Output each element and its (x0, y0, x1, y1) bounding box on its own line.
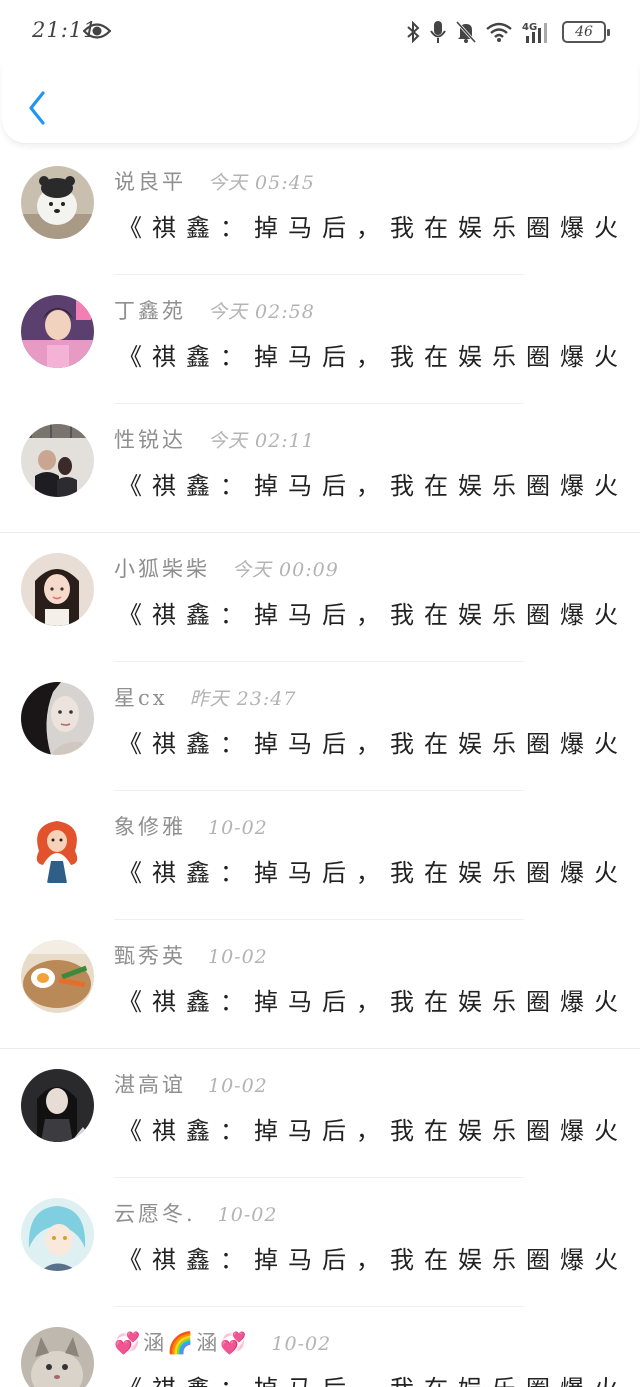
post-time: 今天 02:11 (208, 430, 315, 452)
list-item[interactable]: 云愿冬. 10-02 《祺鑫：掉马后，我在娱乐圈爆火··· (0, 1178, 640, 1307)
status-icons: 4G 46 (406, 16, 610, 48)
user-name: 💞涵🌈涵💞 (114, 1331, 250, 1355)
user-name: 说良平 (114, 170, 186, 194)
message-text: 《祺鑫：掉马后，我在娱乐圈爆火··· (118, 343, 618, 371)
message-text: 《祺鑫：掉马后，我在娱乐圈爆火··· (118, 472, 618, 500)
avatar[interactable] (21, 940, 94, 1013)
user-name: 甄秀英 (114, 944, 186, 968)
user-name: 象修雅 (114, 815, 186, 839)
post-time: 今天 00:09 (232, 559, 339, 581)
avatar[interactable] (21, 1327, 94, 1387)
message-text: 《祺鑫：掉马后，我在娱乐圈爆火··· (118, 1117, 618, 1145)
list-item[interactable]: 丁鑫苑 今天 02:58 《祺鑫：掉马后，我在娱乐圈爆火··· (0, 275, 640, 404)
wifi-icon (486, 22, 512, 42)
bluetooth-icon (407, 21, 420, 43)
list-item[interactable]: 星cx 昨天 23:47 《祺鑫：掉马后，我在娱乐圈爆火··· (0, 662, 640, 791)
message-text: 《祺鑫：掉马后，我在娱乐圈爆火··· (118, 214, 618, 242)
message-text: 《祺鑫：掉马后，我在娱乐圈爆火··· (118, 1246, 618, 1274)
network-label: 4G (522, 22, 537, 33)
back-button[interactable] (20, 88, 54, 128)
message-text: 《祺鑫：掉马后，我在娱乐圈爆火··· (118, 859, 618, 887)
user-name: 云愿冬. (114, 1202, 196, 1226)
list-item[interactable]: 💞涵🌈涵💞 10-02 《祺鑫：掉马后，我在娱乐圈爆火··· (0, 1307, 640, 1387)
header-bar (2, 62, 638, 144)
avatar[interactable] (21, 295, 94, 368)
list-item[interactable]: 小狐柴柴 今天 00:09 《祺鑫：掉马后，我在娱乐圈爆火··· (0, 533, 640, 662)
status-bar: 21:11 4G 46 (0, 0, 640, 62)
post-time: 10-02 (217, 1204, 278, 1226)
list-item[interactable]: 说良平 今天 05:45 《祺鑫：掉马后，我在娱乐圈爆火··· (0, 146, 640, 275)
avatar[interactable] (21, 553, 94, 626)
post-time: 10-02 (208, 946, 268, 968)
message-text: 《祺鑫：掉马后，我在娱乐圈爆火··· (118, 1369, 618, 1387)
battery-icon: 46 (562, 21, 610, 43)
list-item[interactable]: 湛高谊 10-02 《祺鑫：掉马后，我在娱乐圈爆火··· (0, 1049, 640, 1178)
avatar[interactable] (21, 1069, 94, 1142)
list-item[interactable]: 性锐达 今天 02:11 《祺鑫：掉马后，我在娱乐圈爆火··· (0, 404, 640, 533)
avatar[interactable] (21, 1198, 94, 1271)
chevron-left-icon (29, 91, 45, 125)
post-time: 昨天 23:47 (189, 688, 297, 710)
user-name: 小狐柴柴 (114, 557, 210, 581)
post-time: 10-02 (208, 1075, 268, 1097)
avatar[interactable] (21, 424, 94, 497)
post-time: 今天 05:45 (208, 172, 315, 194)
bell-off-icon (456, 21, 476, 43)
post-time: 今天 02:58 (208, 301, 315, 323)
eye-icon (83, 23, 111, 39)
message-text: 《祺鑫：掉马后，我在娱乐圈爆火··· (118, 988, 618, 1016)
user-name: 湛高谊 (114, 1073, 186, 1097)
user-name: 星cx (114, 686, 168, 710)
post-time: 10-02 (208, 817, 268, 839)
battery-level: 46 (575, 24, 593, 40)
user-name: 丁鑫苑 (114, 299, 186, 323)
list-item[interactable]: 甄秀英 10-02 《祺鑫：掉马后，我在娱乐圈爆火··· (0, 920, 640, 1049)
list-item[interactable]: 象修雅 10-02 《祺鑫：掉马后，我在娱乐圈爆火··· (0, 791, 640, 920)
message-text: 《祺鑫：掉马后，我在娱乐圈爆火··· (118, 601, 618, 629)
signal-icon: 4G (522, 22, 547, 43)
avatar[interactable] (21, 682, 94, 755)
mic-icon (430, 21, 446, 43)
post-time: 10-02 (271, 1333, 332, 1355)
comment-list: 说良平 今天 05:45 《祺鑫：掉马后，我在娱乐圈爆火··· 丁鑫苑 今天 0… (0, 146, 640, 1387)
message-text: 《祺鑫：掉马后，我在娱乐圈爆火··· (118, 730, 618, 758)
avatar[interactable] (21, 811, 94, 884)
user-name: 性锐达 (114, 428, 186, 452)
avatar[interactable] (21, 166, 94, 239)
